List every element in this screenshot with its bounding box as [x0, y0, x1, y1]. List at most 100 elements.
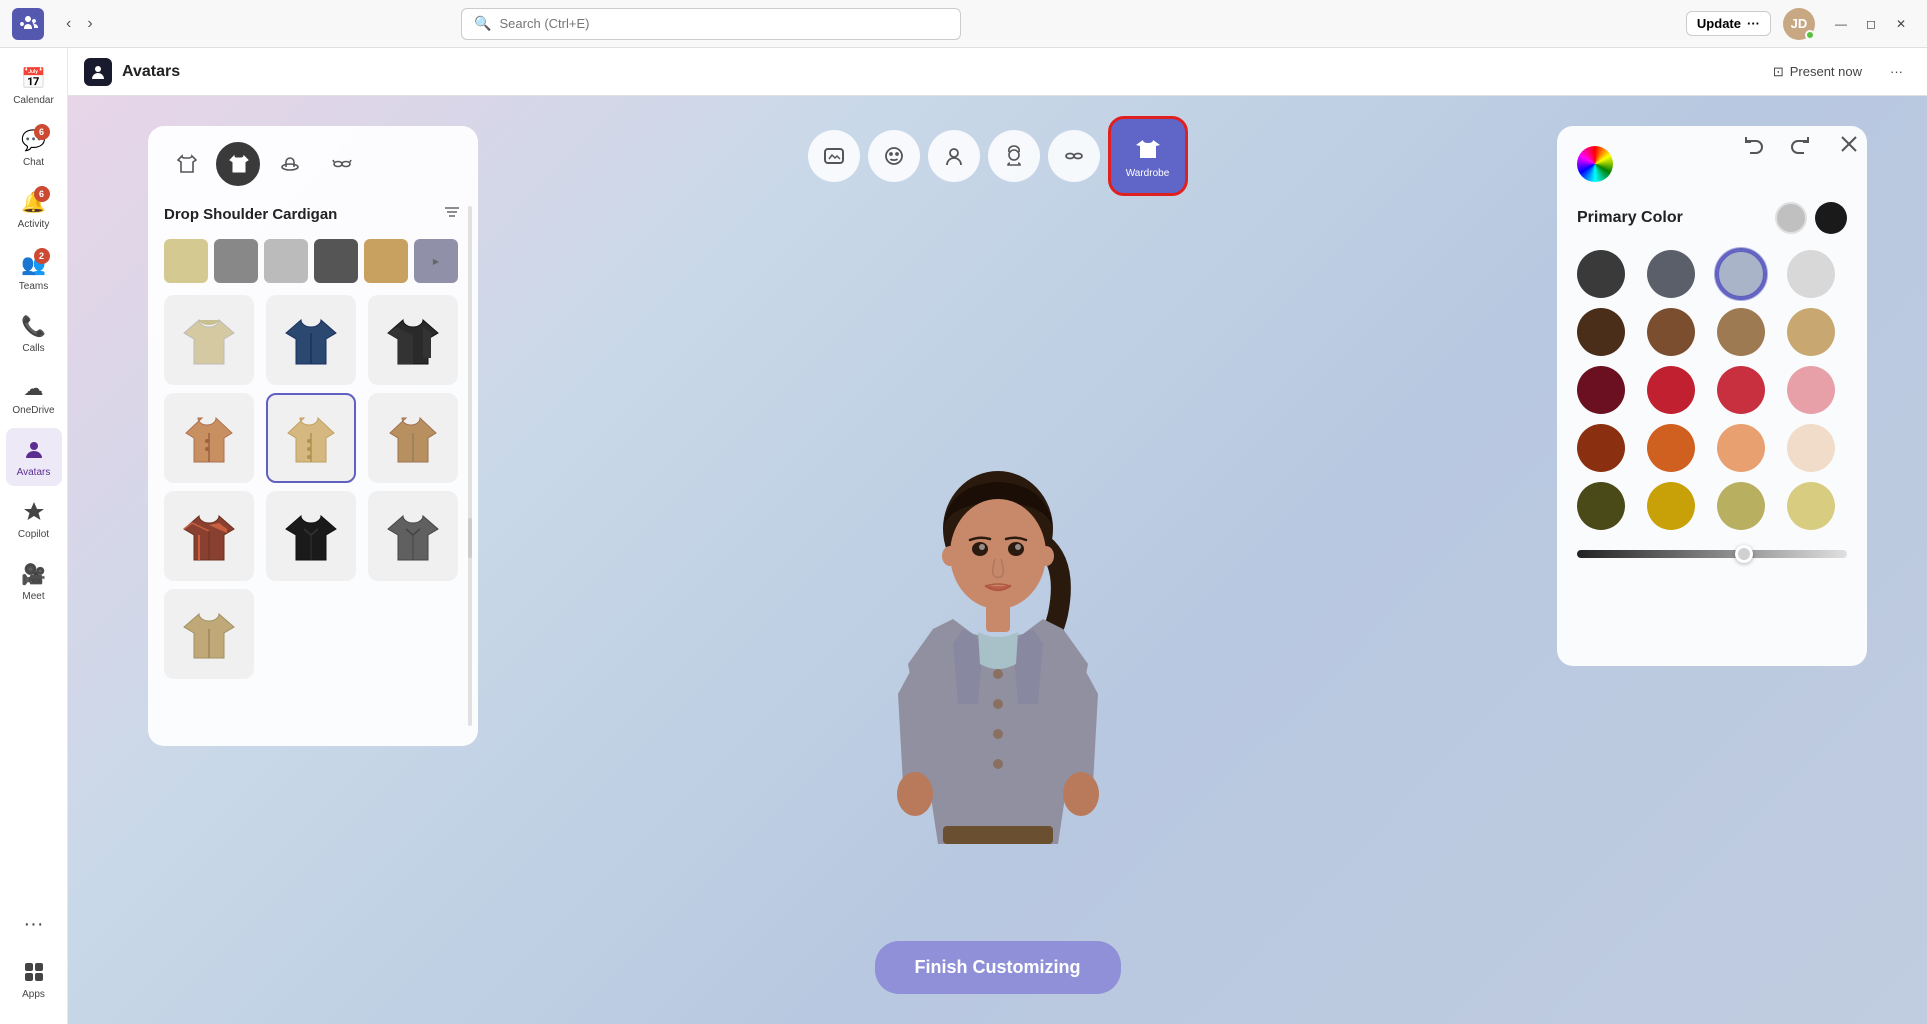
strip-item[interactable] — [264, 239, 308, 283]
clothing-item-tan-cardigan[interactable] — [368, 393, 458, 483]
color-swatch-1[interactable] — [1577, 250, 1625, 298]
avatar-display — [798, 364, 1198, 964]
sidebar-item-onedrive[interactable]: ☁ OneDrive — [6, 366, 62, 424]
window-controls: — ◻ ✕ — [1827, 10, 1915, 38]
toolbar-face-button[interactable] — [868, 130, 920, 182]
finish-customizing-button[interactable]: Finish Customizing — [875, 941, 1121, 994]
calendar-icon: 📅 — [20, 64, 48, 92]
color-swatch-14[interactable] — [1647, 424, 1695, 472]
calls-icon: 📞 — [20, 312, 48, 340]
color-preview-light[interactable] — [1775, 202, 1807, 234]
color-swatch-11[interactable] — [1717, 366, 1765, 414]
color-swatch-16[interactable] — [1787, 424, 1835, 472]
present-now-button[interactable]: ⊡ Present now — [1765, 60, 1870, 84]
wardrobe-scroll[interactable]: ▶ — [164, 235, 462, 730]
redo-button[interactable] — [1783, 126, 1819, 162]
wardrobe-tab-glasses[interactable] — [320, 142, 364, 186]
brightness-slider-track — [1577, 550, 1847, 558]
sidebar-item-teams[interactable]: 👥 2 Teams — [6, 242, 62, 300]
strip-item[interactable] — [214, 239, 258, 283]
clothing-grid — [164, 291, 462, 683]
clothing-item-military-jacket[interactable] — [368, 295, 458, 385]
color-swatch-13[interactable] — [1577, 424, 1625, 472]
maximize-button[interactable]: ◻ — [1857, 10, 1885, 38]
color-preview — [1775, 202, 1847, 234]
header-right: ⊡ Present now ··· — [1765, 60, 1911, 84]
color-swatch-5[interactable] — [1577, 308, 1625, 356]
update-label: Update — [1697, 16, 1741, 31]
toolbar-row: Wardrobe — [808, 116, 1188, 196]
content-area: Avatars ⊡ Present now ··· — [68, 48, 1927, 1024]
workspace: Wardrobe — [68, 96, 1927, 1024]
sidebar-item-avatars[interactable]: Avatars — [6, 428, 62, 486]
close-toolbar-button[interactable] — [1831, 126, 1867, 162]
sidebar-item-activity[interactable]: 🔔 6 Activity — [6, 180, 62, 238]
color-swatch-7[interactable] — [1717, 308, 1765, 356]
user-avatar[interactable]: JD — [1783, 8, 1815, 40]
sidebar-item-chat[interactable]: 💬 6 Chat — [6, 118, 62, 176]
panel-scrollbar[interactable] — [468, 206, 472, 726]
close-button[interactable]: ✕ — [1887, 10, 1915, 38]
sidebar-label-teams: Teams — [19, 281, 48, 292]
color-swatch-2[interactable] — [1647, 250, 1695, 298]
strip-item[interactable] — [364, 239, 408, 283]
minimize-button[interactable]: — — [1827, 10, 1855, 38]
color-swatch-10[interactable] — [1647, 366, 1695, 414]
color-swatch-18[interactable] — [1647, 482, 1695, 530]
nav-arrows: ‹ › — [60, 11, 99, 37]
activity-icon: 🔔 6 — [20, 188, 48, 216]
strip-item[interactable] — [164, 239, 208, 283]
clothing-item-orange-cardigan[interactable] — [164, 393, 254, 483]
sidebar-item-meet[interactable]: 🎥 Meet — [6, 552, 62, 610]
forward-button[interactable]: › — [81, 11, 98, 37]
color-swatch-12[interactable] — [1787, 366, 1835, 414]
color-preview-dark[interactable] — [1815, 202, 1847, 234]
toolbar-skin-button[interactable] — [928, 130, 980, 182]
clothing-item-tan-jacket[interactable] — [164, 589, 254, 679]
color-swatch-3[interactable] — [1717, 250, 1765, 298]
sidebar-label-calendar: Calendar — [13, 95, 54, 106]
search-input[interactable] — [500, 16, 949, 31]
sidebar-item-copilot[interactable]: Copilot — [6, 490, 62, 548]
brightness-slider-thumb[interactable] — [1735, 545, 1753, 563]
clothing-item-beige-cardigan[interactable] — [266, 393, 356, 483]
sidebar-item-apps[interactable]: Apps — [6, 950, 62, 1008]
wardrobe-tab-shirt[interactable] — [164, 142, 208, 186]
toolbar-accessories-button[interactable] — [1048, 130, 1100, 182]
toolbar-hair-button[interactable] — [988, 130, 1040, 182]
color-swatch-8[interactable] — [1787, 308, 1835, 356]
status-dot — [1805, 30, 1815, 40]
toolbar-scenes-button[interactable] — [808, 130, 860, 182]
toolbar-wardrobe-button[interactable]: Wardrobe — [1108, 116, 1188, 196]
strip-item[interactable]: ▶ — [414, 239, 458, 283]
sidebar-label-apps: Apps — [22, 989, 45, 1000]
header-more-button[interactable]: ··· — [1882, 60, 1911, 83]
clothing-item-plaid-jacket[interactable] — [164, 491, 254, 581]
color-swatch-4[interactable] — [1787, 250, 1835, 298]
undo-button[interactable] — [1735, 126, 1771, 162]
clothing-item-denim-jacket[interactable] — [266, 295, 356, 385]
update-button[interactable]: Update ··· — [1686, 11, 1771, 36]
present-label: Present now — [1790, 64, 1862, 79]
color-swatch-6[interactable] — [1647, 308, 1695, 356]
clothing-item-hoodie[interactable] — [164, 295, 254, 385]
color-swatch-15[interactable] — [1717, 424, 1765, 472]
clothing-item-gray-blazer[interactable] — [368, 491, 458, 581]
sidebar-item-more[interactable]: ··· — [6, 902, 62, 946]
color-swatch-19[interactable] — [1717, 482, 1765, 530]
filter-button[interactable] — [442, 202, 462, 227]
clothing-item-black-blazer[interactable] — [266, 491, 356, 581]
wardrobe-tab-hat[interactable] — [268, 142, 312, 186]
app-icon — [84, 58, 112, 86]
wardrobe-tab-jacket[interactable] — [216, 142, 260, 186]
color-swatch-9[interactable] — [1577, 366, 1625, 414]
strip-item[interactable] — [314, 239, 358, 283]
sidebar-item-calls[interactable]: 📞 Calls — [6, 304, 62, 362]
teams-icon: 👥 2 — [20, 250, 48, 278]
sidebar-item-calendar[interactable]: 📅 Calendar — [6, 56, 62, 114]
clothing-color-strip: ▶ — [164, 235, 462, 291]
color-swatch-20[interactable] — [1787, 482, 1835, 530]
color-swatch-17[interactable] — [1577, 482, 1625, 530]
search-bar[interactable]: 🔍 — [461, 8, 961, 40]
back-button[interactable]: ‹ — [60, 11, 77, 37]
